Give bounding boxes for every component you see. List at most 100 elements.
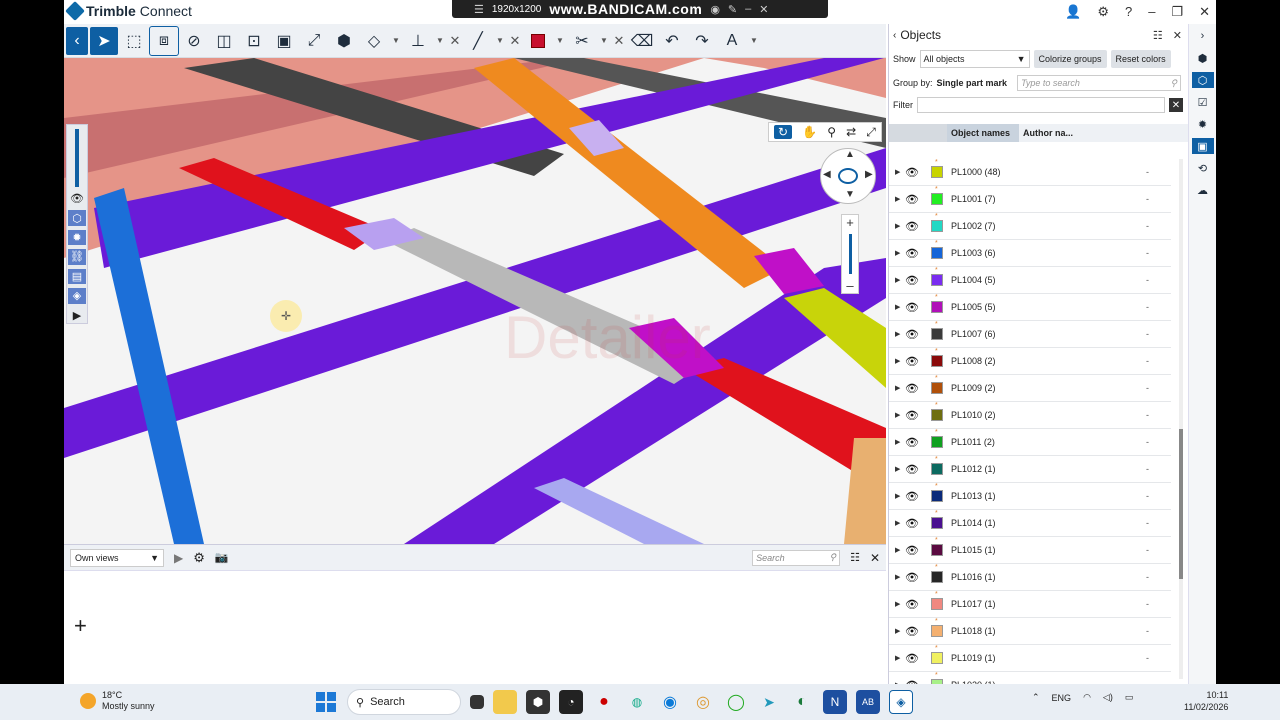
list-item[interactable]: ▶ 👁 * PL1012 (1) - <box>889 456 1171 483</box>
expand-icon[interactable]: ⤢ <box>300 27 328 55</box>
group-search-input[interactable]: Type to search ⚲ <box>1017 75 1182 91</box>
zoom-slider[interactable] <box>848 234 852 274</box>
chevron-down-icon[interactable]: ▼ <box>748 27 760 55</box>
expand-triangle-icon[interactable]: ▶ <box>895 411 905 419</box>
list-item[interactable]: ▶👁*PL1020 (1)- <box>889 672 1171 684</box>
eye-icon[interactable]: 👁 <box>905 247 923 260</box>
close-icon[interactable]: ✕ <box>759 3 768 16</box>
color-swatch[interactable] <box>931 328 943 340</box>
close-button[interactable]: ✕ <box>1199 4 1210 20</box>
swap-icon[interactable]: ⇄ <box>846 125 856 139</box>
camera-icon[interactable]: 📷 <box>215 551 229 564</box>
model-viewport[interactable]: Detailer 👁 ⬡ ✹ ⛓ ▤ ◈ ▶ ↻ ✋ ⚲ ⇄ ⤢ ▲ ◀ ▶ ▼ <box>64 58 886 544</box>
frame-icon[interactable]: ▣ <box>270 27 298 55</box>
list-item[interactable]: ▶ 👁 * PL1003 (6) - <box>889 240 1171 267</box>
chevron-down-icon[interactable]: ▼ <box>554 27 566 55</box>
layer-icon[interactable]: ▤ <box>68 268 86 285</box>
expand-triangle-icon[interactable]: ▶ <box>895 195 905 203</box>
windows-start-icon[interactable] <box>314 690 338 714</box>
navigation-wheel[interactable]: ▲ ◀ ▶ ▼ <box>820 148 876 204</box>
isolate-icon[interactable]: ◫ <box>210 27 238 55</box>
list-item[interactable]: ▶ 👁 * PL1004 (5) - <box>889 267 1171 294</box>
chevron-down-icon[interactable]: ▼ <box>434 27 446 55</box>
eye-icon[interactable]: 👁 <box>905 598 923 611</box>
close-icon[interactable]: ✕ <box>508 27 522 55</box>
list-item[interactable]: ▶ 👁 * PL1007 (6) - <box>889 321 1171 348</box>
expand-triangle-icon[interactable]: ▶ <box>895 654 905 662</box>
scrollbar-thumb[interactable] <box>1179 429 1183 579</box>
chevron-down-icon[interactable]: ▼ <box>390 27 402 55</box>
wifi-icon[interactable]: ◠ <box>1083 692 1091 703</box>
zoom-out-icon[interactable]: – <box>846 278 853 293</box>
expand-triangle-icon[interactable]: ▶ <box>895 519 905 527</box>
close-icon[interactable]: ✕ <box>1173 29 1182 42</box>
whatsapp-icon[interactable]: ◯ <box>724 690 748 714</box>
color-swatch[interactable] <box>931 517 943 529</box>
camera-icon[interactable]: ◉ <box>710 3 720 16</box>
colorize-groups-button[interactable]: Colorize groups <box>1033 50 1107 68</box>
app-cube-icon[interactable]: ⬢ <box>526 690 550 714</box>
expand-triangle-icon[interactable]: ▶ <box>895 357 905 365</box>
eye-icon[interactable]: 👁 <box>905 274 923 287</box>
cube-icon[interactable]: ⬡ <box>68 210 86 226</box>
pan-hand-icon[interactable]: ✋ <box>802 125 817 139</box>
list-icon[interactable]: ☷ <box>1153 29 1163 42</box>
help-icon[interactable]: ? <box>1125 4 1132 20</box>
app-ab-icon[interactable]: AB <box>856 690 880 714</box>
excel-sync-icon[interactable]: ◐ <box>790 690 814 714</box>
color-swatch[interactable] <box>931 301 943 313</box>
section-slider[interactable] <box>75 129 79 187</box>
list-item[interactable]: ▶ 👁 * PL1013 (1) - <box>889 483 1171 510</box>
color-swatch[interactable] <box>931 193 943 205</box>
zoom-in-icon[interactable]: + <box>846 215 854 230</box>
list-item[interactable]: ▶ 👁 * PL1015 (1) - <box>889 537 1171 564</box>
list-item[interactable]: ▶ 👁 * PL1010 (2) - <box>889 402 1171 429</box>
clear-filter-icon[interactable]: ✕ <box>1169 98 1183 112</box>
fullscreen-icon[interactable]: ⤢ <box>866 125 876 140</box>
color-swatch[interactable] <box>931 436 943 448</box>
image-icon[interactable]: ▣ <box>1191 138 1214 154</box>
file-explorer-icon[interactable] <box>493 690 517 714</box>
expand-triangle-icon[interactable]: ▶ <box>895 546 905 554</box>
close-icon[interactable]: ✕ <box>870 551 880 565</box>
arrow-right-icon[interactable]: ▶ <box>865 169 873 180</box>
eye-icon[interactable]: 👁 <box>68 191 86 206</box>
list-item[interactable]: ▶ 👁 * PL1018 (1) - <box>889 618 1171 645</box>
walk-icon[interactable]: ⚲ <box>827 125 836 139</box>
weather-widget[interactable]: 18°C Mostly sunny <box>80 690 155 712</box>
close-icon[interactable]: ✕ <box>448 27 462 55</box>
color-swatch[interactable] <box>931 652 943 664</box>
eye-icon[interactable]: 👁 <box>905 544 923 557</box>
group-by-value[interactable]: Single part mark <box>937 78 1008 88</box>
eye-icon[interactable]: 👁 <box>905 355 923 368</box>
list-item[interactable]: ▶ 👁 * PL1001 (7) - <box>889 186 1171 213</box>
link-icon[interactable]: ⛓ <box>68 249 86 265</box>
app-n-icon[interactable]: N <box>823 690 847 714</box>
color-swatch[interactable] <box>931 598 943 610</box>
eye-icon[interactable]: 👁 <box>905 625 923 638</box>
eye-icon[interactable]: 👁 <box>905 652 923 665</box>
orbit-center-icon[interactable] <box>838 168 858 184</box>
expand-triangle-icon[interactable]: ▶ <box>895 249 905 257</box>
gear-icon[interactable]: ⚙ <box>1097 4 1109 20</box>
color-swatch[interactable] <box>931 166 943 178</box>
gear-icon[interactable]: ✹ <box>1192 116 1214 132</box>
cube-icon[interactable]: ⬢ <box>1192 50 1214 66</box>
filter-input[interactable] <box>917 97 1165 113</box>
eye-icon[interactable]: 👁 <box>905 517 923 530</box>
restore-button[interactable]: ❐ <box>1171 4 1183 20</box>
eye-icon[interactable]: 👁 <box>905 571 923 584</box>
chevron-down-icon[interactable]: ▼ <box>494 27 506 55</box>
eye-icon[interactable]: 👁 <box>905 409 923 422</box>
add-view-button[interactable]: + <box>74 613 87 639</box>
color-picker-button[interactable] <box>524 27 552 55</box>
trimble-connect-icon[interactable]: ◈ <box>889 690 913 714</box>
expand-triangle-icon[interactable]: ▶ <box>895 438 905 446</box>
list-item[interactable]: ▶ 👁 * PL1008 (2) - <box>889 348 1171 375</box>
list-item[interactable]: ▶ 👁 * PL1002 (7) - <box>889 213 1171 240</box>
minimize-icon[interactable]: – <box>745 3 751 15</box>
expand-triangle-icon[interactable]: ▶ <box>895 492 905 500</box>
color-swatch[interactable] <box>931 571 943 583</box>
scissors-icon[interactable]: ✂ <box>568 27 596 55</box>
eye-icon[interactable]: 👁 <box>905 301 923 314</box>
